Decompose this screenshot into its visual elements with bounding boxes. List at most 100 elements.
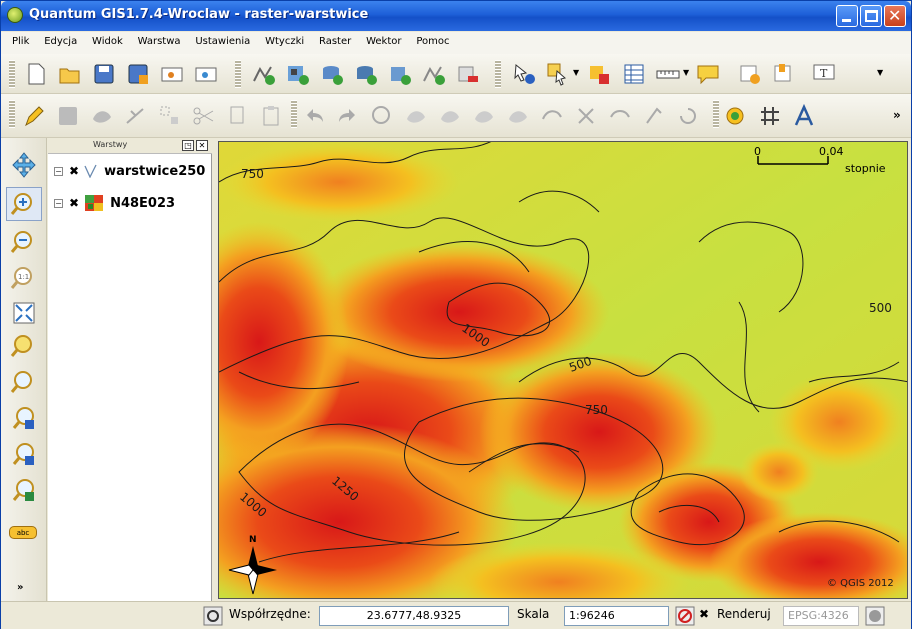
layer-name: warstwice250 — [104, 163, 206, 179]
paste-features-icon[interactable] — [259, 103, 285, 129]
zoom-in-icon[interactable] — [9, 190, 39, 220]
rotate-point-symbols-icon[interactable] — [675, 103, 701, 129]
print-composer-icon[interactable] — [159, 61, 185, 87]
menu-raster[interactable]: Raster — [319, 32, 351, 47]
toolbar-grip[interactable] — [9, 100, 15, 128]
maximize-button[interactable] — [860, 5, 882, 27]
toolbar-grip[interactable] — [713, 100, 719, 128]
menu-edycja[interactable]: Edycja — [44, 32, 77, 47]
pan-icon[interactable] — [9, 150, 39, 180]
add-vector-layer-icon[interactable] — [251, 61, 277, 87]
add-raster-layer-icon[interactable] — [285, 61, 311, 87]
add-spatialite-layer-icon[interactable] — [353, 61, 379, 87]
menu-wtyczki[interactable]: Wtyczki — [265, 32, 304, 47]
chevron-down-icon[interactable]: ▼ — [683, 68, 691, 94]
merge-features-icon[interactable] — [607, 103, 633, 129]
refresh-map-icon[interactable] — [9, 476, 39, 506]
save-edits-icon[interactable] — [55, 103, 81, 129]
zoom-last-icon[interactable] — [9, 404, 39, 434]
label-tool-icon[interactable] — [723, 103, 749, 129]
remove-layer-icon[interactable] — [455, 61, 481, 87]
add-ring-icon[interactable] — [403, 103, 429, 129]
add-postgis-layer-icon[interactable] — [319, 61, 345, 87]
undo-icon[interactable] — [301, 103, 327, 129]
close-panel-button[interactable]: ✕ — [196, 140, 208, 151]
layer-row-raster[interactable]: − ✖ N48E023 — [54, 194, 175, 212]
collapse-icon[interactable]: − — [54, 198, 63, 208]
layer-visibility-checkbox[interactable]: ✖ — [69, 164, 79, 178]
menu-widok[interactable]: Widok — [92, 32, 123, 47]
node-tool-icon[interactable] — [157, 103, 183, 129]
toolbar-grip[interactable] — [291, 100, 297, 128]
collapse-icon[interactable]: − — [54, 166, 63, 176]
annotation-text-icon[interactable] — [791, 103, 817, 129]
identify-features-icon[interactable] — [511, 61, 537, 87]
new-bookmark-icon[interactable] — [737, 61, 763, 87]
layer-row-vector[interactable]: − ✖ warstwice250 — [54, 162, 205, 180]
elevation-raster: 750 1000 500 500 750 1250 1000 0 0.04 st… — [219, 142, 907, 598]
label-abc-icon[interactable]: abc — [9, 526, 37, 539]
node-edit-icon[interactable] — [641, 103, 667, 129]
toolbar-grip[interactable] — [495, 60, 501, 88]
menu-bar: Plik Edycja Widok Warstwa Ustawienia Wty… — [1, 32, 911, 54]
toolbar-grip[interactable] — [235, 60, 241, 88]
add-feature-icon[interactable] — [89, 103, 115, 129]
close-button[interactable]: ✕ — [884, 5, 906, 27]
menu-plik[interactable]: Plik — [12, 32, 29, 47]
menu-wektor[interactable]: Wektor — [366, 32, 401, 47]
grid-icon[interactable] — [757, 103, 783, 129]
chevron-down-icon[interactable]: ▼ — [573, 68, 581, 94]
toggle-editing-icon[interactable] — [21, 103, 47, 129]
zoom-next-icon[interactable] — [9, 440, 39, 470]
raster-layer-icon — [85, 195, 104, 211]
float-panel-button[interactable]: ◳ — [182, 140, 194, 151]
coordinates-field[interactable]: 23.6777,48.9325 — [319, 606, 509, 626]
chevron-down-icon[interactable]: ▼ — [877, 68, 885, 94]
delete-ring-icon[interactable] — [471, 103, 497, 129]
show-bookmarks-icon[interactable] — [771, 61, 797, 87]
zoom-to-layer-icon[interactable] — [9, 368, 39, 398]
attribute-table-icon[interactable] — [621, 61, 647, 87]
scale-field[interactable]: 1:96246 — [564, 606, 669, 626]
menu-warstwa[interactable]: Warstwa — [138, 32, 181, 47]
text-annotation-icon[interactable]: T — [811, 61, 837, 87]
open-project-icon[interactable] — [57, 61, 83, 87]
stop-rendering-icon[interactable] — [675, 606, 695, 626]
add-wms-layer-icon[interactable] — [387, 61, 413, 87]
save-project-icon[interactable] — [91, 61, 117, 87]
crs-status-button[interactable]: EPSG:4326 — [783, 606, 859, 626]
layer-visibility-checkbox[interactable]: ✖ — [69, 196, 79, 210]
menu-pomoc[interactable]: Pomoc — [416, 32, 449, 47]
reshape-features-icon[interactable] — [539, 103, 565, 129]
menu-ustawienia[interactable]: Ustawienia — [195, 32, 250, 47]
save-as-icon[interactable] — [125, 61, 151, 87]
measure-line-icon[interactable] — [655, 61, 681, 87]
status-bar: Współrzędne: 23.6777,48.9325 Skala 1:962… — [1, 601, 911, 629]
toolbar-overflow-icon[interactable]: » — [893, 108, 901, 122]
zoom-out-icon[interactable] — [9, 228, 39, 258]
toolbar-grip[interactable] — [9, 60, 15, 88]
add-part-icon[interactable] — [437, 103, 463, 129]
new-shapefile-icon[interactable] — [421, 61, 447, 87]
redo-icon[interactable] — [335, 103, 361, 129]
zoom-actual-size-icon[interactable]: 1:1 — [9, 264, 39, 294]
map-canvas[interactable]: 750 1000 500 500 750 1250 1000 0 0.04 st… — [218, 141, 908, 599]
toolbar-overflow-icon[interactable]: » — [17, 582, 23, 593]
minimize-button[interactable] — [836, 5, 858, 27]
delete-part-icon[interactable] — [505, 103, 531, 129]
cut-features-icon[interactable] — [191, 103, 217, 129]
zoom-to-selection-icon[interactable] — [9, 332, 39, 362]
split-features-icon[interactable] — [573, 103, 599, 129]
simplify-feature-icon[interactable] — [369, 103, 395, 129]
zoom-full-icon[interactable] — [9, 298, 39, 328]
deselect-features-icon[interactable] — [587, 61, 613, 87]
messages-icon[interactable] — [865, 606, 885, 626]
move-feature-icon[interactable] — [123, 103, 149, 129]
copy-features-icon[interactable] — [225, 103, 251, 129]
composer-manager-icon[interactable] — [193, 61, 219, 87]
render-checkbox[interactable]: ✖ — [699, 607, 709, 621]
toggle-extents-icon[interactable] — [203, 606, 223, 626]
map-tips-icon[interactable] — [695, 61, 721, 87]
new-project-icon[interactable] — [23, 61, 49, 87]
select-features-icon[interactable] — [545, 61, 571, 87]
